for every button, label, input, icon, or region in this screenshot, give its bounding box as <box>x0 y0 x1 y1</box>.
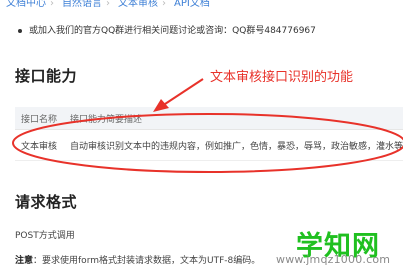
breadcrumb-item-nlp[interactable]: 自然语言 <box>62 0 102 8</box>
table-header-row: 接口名称 接口能力简要描述 <box>15 107 403 130</box>
annotation-label: 文本审核接口识别的功能 <box>210 70 354 85</box>
note-label: 注意 <box>15 256 34 266</box>
breadcrumb-item-docs[interactable]: 文档中心 <box>6 0 46 8</box>
table-cell-description: 自动审核识别文本中的违规内容，例如推广，色情，暴恐，辱骂，政治敏感，灌水等 <box>63 129 403 161</box>
table-cell-name: 文本审核 <box>15 129 64 161</box>
section-title-request-format: 请求格式 <box>15 193 78 211</box>
breadcrumb-separator: › <box>106 0 110 8</box>
request-note: 注意：要求使用form格式封装请求数据，文本为UTF-8编码。 <box>15 253 260 266</box>
intro-text: 或加入我们的官方QQ群进行相关问题讨论或咨询：QQ群号484776967 <box>29 26 316 36</box>
section-title-api-capability: 接口能力 <box>15 67 78 85</box>
bullet-dot <box>18 28 22 33</box>
request-method-text: POST方式调用 <box>15 231 75 241</box>
table-header-name: 接口名称 <box>15 107 64 130</box>
watermark-url: www.jmqz1000.com <box>276 253 391 266</box>
breadcrumb-item-api-docs[interactable]: API文档 <box>174 0 210 8</box>
table-row: 文本审核 自动审核识别文本中的违规内容，例如推广，色情，暴恐，辱骂，政治敏感，灌… <box>15 129 403 161</box>
table-header-description: 接口能力简要描述 <box>63 107 403 130</box>
note-text: ：要求使用form格式封装请求数据，文本为UTF-8编码。 <box>33 256 261 266</box>
intro-bullet: 或加入我们的官方QQ群进行相关问题讨论或咨询：QQ群号484776967 <box>18 23 316 37</box>
breadcrumb-item-text-audit[interactable]: 文本审核 <box>118 0 158 8</box>
annotation-arrow-line <box>164 78 204 105</box>
breadcrumb: 文档中心 › 自然语言 › 文本审核 › API文档 <box>0 0 403 8</box>
api-capability-table: 接口名称 接口能力简要描述 文本审核 自动审核识别文本中的违规内容，例如推广，色… <box>15 107 403 161</box>
breadcrumb-separator: › <box>50 0 54 8</box>
breadcrumb-separator: › <box>162 0 166 8</box>
